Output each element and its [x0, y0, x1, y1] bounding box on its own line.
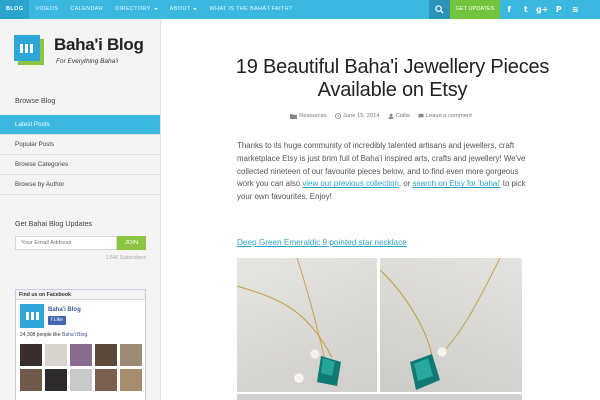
- chevron-down-icon: [153, 7, 158, 10]
- previous-collection-link[interactable]: view our previous collection: [302, 179, 399, 188]
- post-date: June 15, 2014: [334, 113, 380, 119]
- logo-tagline: For Everything Baha'i: [56, 58, 118, 65]
- fan-avatar[interactable]: [95, 369, 117, 391]
- nav-item-label: DIRECTORY: [115, 6, 151, 12]
- chevron-down-icon: [193, 7, 198, 10]
- facebook-widget: Find us on Facebook Baha'i Blog f Like 2…: [15, 289, 146, 400]
- user-icon: [388, 113, 394, 119]
- post-date-label: June 15, 2014: [342, 113, 380, 119]
- fan-avatar[interactable]: [95, 344, 117, 366]
- sidebar: Baha'i Blog For Everything Baha'i Browse…: [0, 19, 161, 400]
- etsy-search-link[interactable]: search on Etsy for 'bahai': [412, 179, 500, 188]
- post-category[interactable]: Resources: [290, 113, 327, 119]
- updates-heading: Get Bahai Blog Updates: [15, 219, 93, 228]
- nav-item-what-is-the-bah-faith[interactable]: WHAT IS THE BAHÁ'Í FAITH?: [203, 0, 298, 19]
- clock-icon: [334, 113, 341, 119]
- necklace-photo-left[interactable]: [237, 258, 377, 392]
- top-navigation: BLOG VIDEOS CALENDAR DIRECTORY ABOUT WHAT IS …: [0, 0, 298, 19]
- nav-item-calendar[interactable]: CALENDAR: [64, 0, 109, 19]
- nav-item-videos[interactable]: VIDEOS: [29, 0, 64, 19]
- social-links: f t g+ P ≋: [501, 0, 584, 19]
- fan-avatar[interactable]: [120, 344, 142, 366]
- jewellery-item-link[interactable]: Deep Green Emeraldic 9 pointed star neck…: [237, 238, 407, 247]
- nav-item-label: CALENDAR: [70, 6, 104, 12]
- necklace-photo-right[interactable]: [380, 258, 522, 392]
- nav-item-about[interactable]: ABOUT: [164, 0, 204, 19]
- post-comments[interactable]: Leave a comment: [418, 113, 472, 119]
- nav-item-label: VIDEOS: [35, 6, 59, 12]
- nav-item-label: ABOUT: [169, 6, 191, 12]
- facebook-page-name[interactable]: Baha'i Blog: [48, 307, 81, 313]
- site-logo[interactable]: Baha'i Blog For Everything Baha'i: [14, 35, 154, 75]
- sidebar-item-browse-by-author[interactable]: Browse by Author: [0, 175, 160, 195]
- necklace-illustration: [380, 258, 501, 390]
- sidebar-menu: Latest Posts Popular Posts Browse Categori…: [0, 115, 160, 195]
- facebook-like-label: Like: [53, 317, 63, 323]
- folder-icon: [290, 114, 298, 119]
- sidebar-item-popular-posts[interactable]: Popular Posts: [0, 135, 160, 155]
- get-updates-button[interactable]: GET UPDATES: [450, 0, 500, 19]
- nav-item-directory[interactable]: DIRECTORY: [109, 0, 163, 19]
- fan-avatar[interactable]: [45, 369, 67, 391]
- post-category-label: Resources: [299, 113, 327, 119]
- post-title: 19 Beautiful Baha'i Jewellery Pieces Ava…: [235, 56, 550, 101]
- sidebar-item-browse-categories[interactable]: Browse Categories: [0, 155, 160, 175]
- subscriber-count: 1,546 Subscribers: [105, 255, 146, 261]
- facebook-like-count: 24,308 people like Baha'i Blog.: [20, 332, 89, 338]
- join-button[interactable]: JOIN: [117, 236, 146, 250]
- necklace-illustration: [237, 258, 341, 386]
- sidebar-item-latest-posts[interactable]: Latest Posts: [0, 115, 160, 135]
- next-photo-preview: [237, 394, 522, 400]
- fan-avatar[interactable]: [20, 344, 42, 366]
- fan-avatar[interactable]: [120, 369, 142, 391]
- post-intro: Thanks to its huge community of incredib…: [237, 140, 527, 204]
- post-intro-text-2: , or: [398, 179, 413, 189]
- facebook-widget-heading: Find us on Facebook: [16, 290, 145, 300]
- post-meta: Resources June 15, 2014 Collis Leave a c…: [162, 113, 600, 119]
- top-bar: BLOG VIDEOS CALENDAR DIRECTORY ABOUT WHAT IS …: [0, 0, 600, 19]
- facebook-fan-faces: [20, 344, 142, 391]
- google-plus-icon[interactable]: g+: [534, 0, 551, 19]
- browse-blog-heading: Browse Blog: [15, 96, 56, 105]
- twitter-icon[interactable]: t: [518, 0, 535, 19]
- fan-avatar[interactable]: [70, 344, 92, 366]
- page: BLOG VIDEOS CALENDAR DIRECTORY ABOUT WHAT IS …: [0, 0, 600, 400]
- fan-avatar[interactable]: [70, 369, 92, 391]
- rss-icon[interactable]: ≋: [567, 0, 584, 19]
- nav-item-label: WHAT IS THE BAHÁ'Í FAITH?: [209, 6, 293, 12]
- pinterest-icon[interactable]: P: [551, 0, 568, 19]
- fan-avatar[interactable]: [45, 344, 67, 366]
- logo-title: Baha'i Blog: [54, 35, 144, 54]
- post-comments-label: Leave a comment: [425, 113, 472, 119]
- email-field[interactable]: [15, 236, 117, 250]
- fan-avatar[interactable]: [20, 369, 42, 391]
- facebook-count-link[interactable]: Baha'i Blog.: [62, 332, 89, 338]
- post-author[interactable]: Collis: [388, 113, 410, 119]
- nav-item-blog[interactable]: BLOG: [0, 0, 30, 19]
- logo-mark-icon: [14, 35, 46, 67]
- post-author-label: Collis: [395, 113, 410, 119]
- subscribe-form: JOIN: [15, 236, 146, 250]
- comment-icon: [418, 113, 424, 119]
- search-icon: [435, 5, 444, 14]
- facebook-icon[interactable]: f: [501, 0, 518, 19]
- facebook-page-avatar[interactable]: [20, 304, 44, 328]
- search-button[interactable]: [429, 0, 450, 19]
- facebook-like-button[interactable]: f Like: [48, 316, 66, 325]
- facebook-count-text: 24,308 people like: [20, 332, 62, 338]
- nav-item-label: BLOG: [6, 6, 24, 12]
